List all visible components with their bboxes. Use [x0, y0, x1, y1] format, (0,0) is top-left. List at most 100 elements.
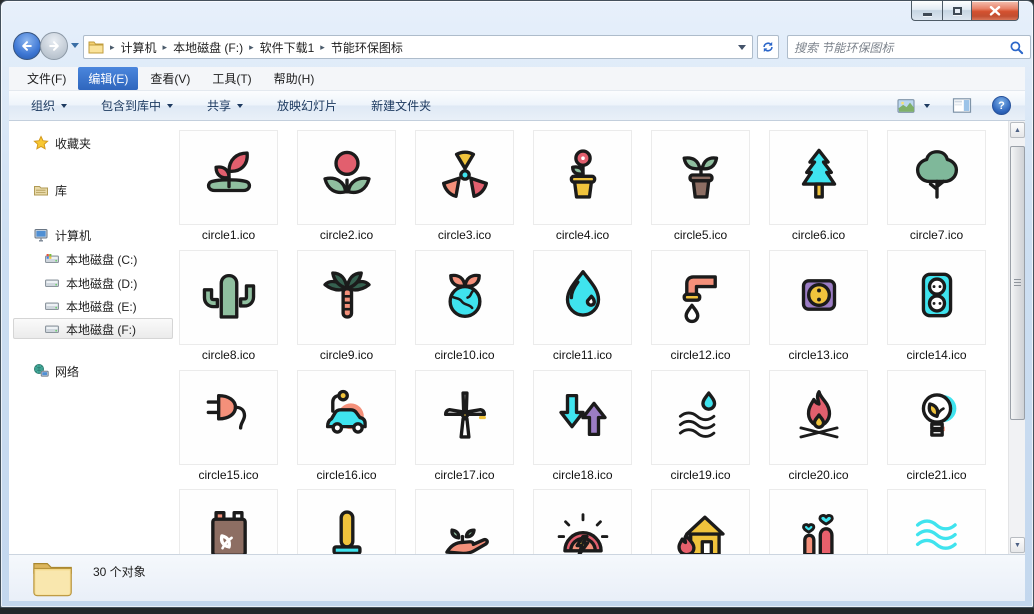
file-name: circle20.ico	[759, 468, 878, 483]
menu-item[interactable]: 工具(T)	[202, 67, 261, 90]
minimize-button[interactable]	[911, 1, 942, 21]
file-item[interactable]	[887, 250, 986, 345]
toolbar-button[interactable]: 共享	[197, 92, 253, 119]
item-count-text: 30 个对象	[93, 563, 146, 580]
file-item[interactable]	[533, 250, 632, 345]
file-name: circle10.ico	[405, 348, 524, 363]
potted-flower-icon	[552, 144, 614, 211]
drive-icon	[44, 321, 60, 337]
file-name: circle7.ico	[877, 228, 996, 243]
forward-button[interactable]	[40, 32, 68, 60]
toolbar-button-label: 包含到库中	[101, 97, 161, 114]
command-toolbar: 组织 包含到库中 共享放映幻灯片 新建文件夹 ?	[9, 91, 1025, 121]
drive-icon	[44, 298, 60, 314]
breadcrumb-segment[interactable]: 节能环保图标	[331, 39, 403, 56]
recent-pages-caret-icon[interactable]	[71, 43, 79, 48]
file-item[interactable]	[533, 489, 632, 554]
file-item[interactable]	[179, 250, 278, 345]
close-button[interactable]	[971, 1, 1019, 21]
file-item[interactable]	[415, 250, 514, 345]
file-item[interactable]	[769, 489, 868, 554]
file-item[interactable]	[415, 489, 514, 554]
waves-icon	[906, 503, 968, 554]
sidebar-item[interactable]: 本地磁盘 (C:)	[44, 249, 137, 269]
toolbar-button-label: 新建文件夹	[371, 97, 431, 114]
sidebar-item[interactable]: 计算机	[33, 225, 91, 245]
search-icon[interactable]	[1009, 40, 1024, 55]
sidebar-item[interactable]: 本地磁盘 (D:)	[44, 273, 137, 293]
address-dropdown-caret-icon[interactable]	[738, 45, 746, 50]
drive-icon	[44, 275, 60, 291]
navigation-pane: 收藏夹库计算机本地磁盘 (C:) 本地磁盘 (D:) 本地磁盘 (E:) 本地磁盘 (…	[9, 121, 177, 554]
file-item[interactable]	[297, 130, 396, 225]
file-item[interactable]	[769, 250, 868, 345]
file-item[interactable]	[533, 370, 632, 465]
refresh-button[interactable]	[757, 35, 779, 59]
menu-bar: 文件(F)编辑(E)查看(V)工具(T)帮助(H)	[9, 67, 1025, 91]
file-item[interactable]	[179, 489, 278, 554]
sidebar-item-label: 本地磁盘 (C:)	[66, 251, 137, 268]
change-view-button[interactable]	[892, 96, 934, 116]
navigation-bar: ▸计算机▸本地磁盘 (F:)▸软件下载1▸节能环保图标 搜索 节能环保图标	[9, 32, 1025, 62]
sidebar-item[interactable]: 网络	[33, 361, 79, 381]
status-bar: 30 个对象	[9, 554, 1025, 601]
search-input[interactable]: 搜索 节能环保图标	[787, 35, 1031, 59]
scrollbar-grip-icon	[1014, 279, 1021, 287]
file-item[interactable]	[651, 130, 750, 225]
explorer-window: ▸计算机▸本地磁盘 (F:)▸软件下载1▸节能环保图标 搜索 节能环保图标 文件…	[0, 0, 1034, 608]
help-button[interactable]: ?	[992, 96, 1011, 115]
toolbar-button[interactable]: 组织	[21, 92, 77, 119]
library-icon	[33, 182, 49, 198]
file-item[interactable]	[887, 489, 986, 554]
scrollbar-thumb[interactable]	[1010, 146, 1025, 420]
back-button[interactable]	[13, 32, 41, 60]
menu-item[interactable]: 帮助(H)	[264, 67, 325, 90]
caption-buttons	[911, 1, 1019, 21]
breadcrumb-segment[interactable]: 计算机	[121, 39, 157, 56]
toolbar-button[interactable]: 新建文件夹	[361, 92, 441, 119]
file-item[interactable]	[297, 489, 396, 554]
file-item[interactable]	[179, 370, 278, 465]
address-bar[interactable]: ▸计算机▸本地磁盘 (F:)▸软件下载1▸节能环保图标	[83, 35, 753, 59]
file-item[interactable]	[415, 370, 514, 465]
faucet-icon	[670, 264, 732, 331]
lever-icon	[316, 503, 378, 554]
file-item[interactable]	[297, 250, 396, 345]
sidebar-item[interactable]: 库	[33, 180, 67, 200]
breadcrumb-segment[interactable]: 软件下载1	[260, 39, 315, 56]
preview-pane-icon	[952, 97, 972, 114]
toolbar-button[interactable]: 放映幻灯片	[267, 92, 347, 119]
toolbar-button[interactable]: 包含到库中	[91, 92, 183, 119]
file-item[interactable]	[297, 370, 396, 465]
refresh-icon	[761, 40, 775, 54]
file-item[interactable]	[179, 130, 278, 225]
menu-item[interactable]: 查看(V)	[140, 67, 200, 90]
file-item[interactable]	[415, 130, 514, 225]
file-item[interactable]	[533, 130, 632, 225]
eco-battery-icon	[198, 503, 260, 554]
file-item[interactable]	[651, 250, 750, 345]
views-caret-icon	[924, 104, 930, 108]
file-item[interactable]	[769, 130, 868, 225]
earth-sprout-icon	[434, 264, 496, 331]
toolbar-button-label: 组织	[31, 97, 55, 114]
menu-item[interactable]: 文件(F)	[17, 67, 76, 90]
file-name: circle13.ico	[759, 348, 878, 363]
preview-pane-button[interactable]	[948, 95, 976, 116]
file-item[interactable]	[887, 370, 986, 465]
file-item[interactable]	[769, 370, 868, 465]
folder-icon	[88, 40, 104, 54]
file-item[interactable]	[651, 489, 750, 554]
sidebar-item[interactable]: 本地磁盘 (E:)	[44, 296, 137, 316]
scroll-up-button[interactable]: ▲	[1010, 122, 1025, 138]
vertical-scrollbar[interactable]: ▲ ▼	[1008, 121, 1025, 554]
file-name: circle9.ico	[287, 348, 406, 363]
menu-item[interactable]: 编辑(E)	[78, 67, 138, 90]
maximize-button[interactable]	[942, 1, 971, 21]
file-item[interactable]	[887, 130, 986, 225]
scroll-down-button[interactable]: ▼	[1010, 537, 1025, 553]
file-item[interactable]	[651, 370, 750, 465]
sidebar-item[interactable]: 本地磁盘 (F:)	[44, 319, 136, 339]
breadcrumb-segment[interactable]: 本地磁盘 (F:)	[173, 39, 243, 56]
sidebar-item[interactable]: 收藏夹	[33, 133, 91, 153]
